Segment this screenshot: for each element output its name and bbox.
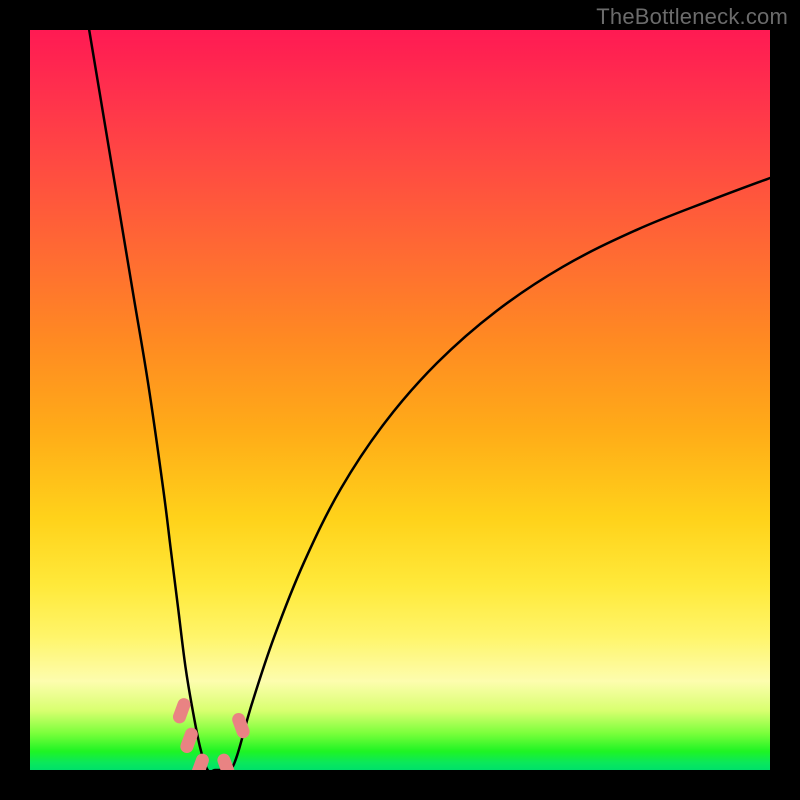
markers-group	[171, 696, 251, 770]
marker-c	[190, 752, 211, 770]
marker-a	[171, 696, 192, 725]
watermark-text: TheBottleneck.com	[596, 4, 788, 30]
plot-area	[30, 30, 770, 770]
chart-frame: TheBottleneck.com	[0, 0, 800, 800]
bottleneck-curve	[89, 30, 770, 770]
chart-svg	[30, 30, 770, 770]
